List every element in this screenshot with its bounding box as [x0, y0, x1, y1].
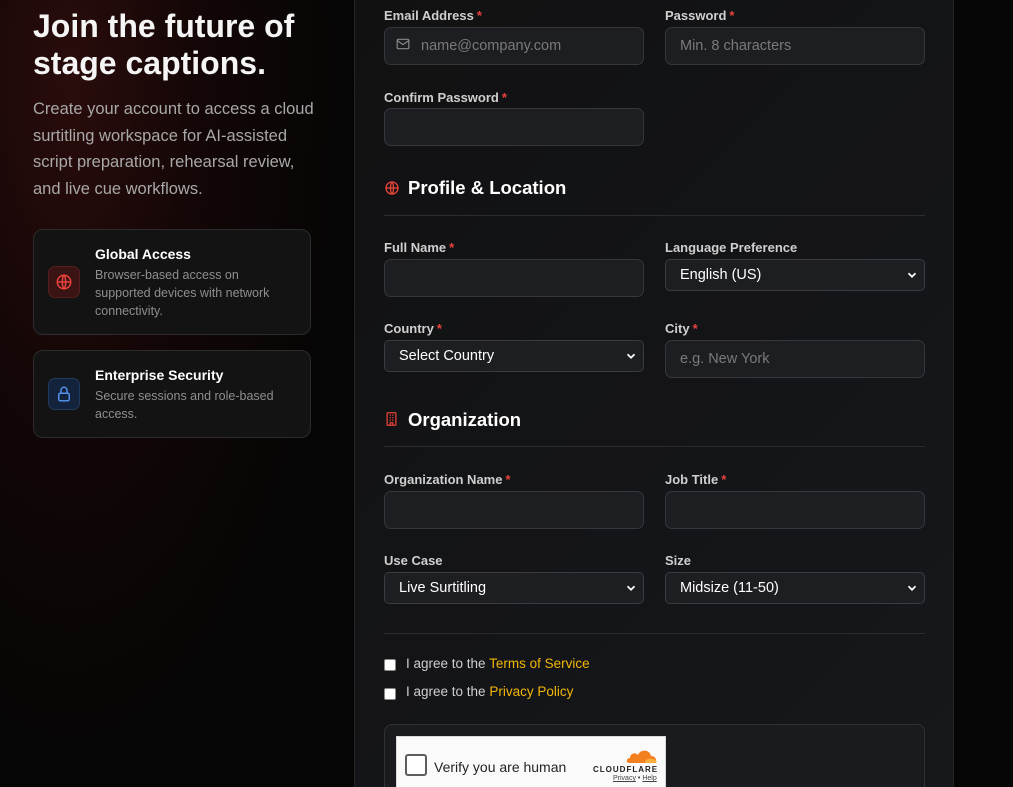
privacy-checkbox[interactable]	[384, 688, 396, 700]
mail-icon	[396, 38, 410, 50]
cloudflare-brand: CLOUDFLARE	[593, 765, 659, 774]
globe-icon	[385, 180, 399, 196]
use-case-select[interactable]: Live Surtitling	[384, 572, 644, 604]
privacy-label: I agree to the Privacy Policy	[406, 684, 574, 699]
section-title-profile: Profile & Location	[408, 177, 567, 198]
job-title-label: Job Title *	[665, 472, 727, 487]
size-label: Size	[665, 553, 692, 568]
building-icon	[386, 412, 397, 426]
section-divider	[384, 215, 925, 216]
privacy-link[interactable]: Privacy Policy	[489, 684, 573, 699]
job-title-field[interactable]	[665, 491, 925, 529]
section-divider	[384, 633, 925, 634]
hero-description: Create your account to access a cloud su…	[33, 100, 314, 198]
feature-title: Global Access	[95, 246, 191, 262]
captcha-privacy-link[interactable]: Privacy	[613, 775, 636, 782]
city-label: City *	[665, 321, 698, 336]
email-field[interactable]	[384, 27, 644, 65]
language-select[interactable]: English (US)	[665, 259, 925, 291]
country-label: Country *	[384, 321, 442, 336]
verify-human-label: Verify you are human	[434, 759, 567, 775]
country-dropdown[interactable]: Select Country	[384, 340, 644, 372]
terms-link[interactable]: Terms of Service	[489, 656, 590, 671]
password-label: Password *	[665, 8, 735, 23]
confirm-password-field[interactable]	[384, 108, 644, 146]
password-field[interactable]	[665, 27, 925, 65]
full-name-label: Full Name *	[384, 240, 455, 255]
verify-human-checkbox[interactable]	[405, 754, 427, 776]
cloudflare-logo-icon	[626, 750, 657, 763]
city-field[interactable]	[665, 340, 925, 378]
full-name-field[interactable]	[384, 259, 644, 297]
terms-label: I agree to the Terms of Service	[406, 656, 590, 671]
hero-title: Join the future of stage captions.	[33, 8, 295, 81]
language-dropdown[interactable]: English (US)	[665, 259, 925, 291]
feature-title: Enterprise Security	[95, 367, 224, 383]
lock-icon	[48, 378, 80, 410]
size-select[interactable]: Midsize (11-50)	[665, 572, 925, 604]
email-label: Email Address *	[384, 8, 482, 23]
terms-checkbox[interactable]	[384, 659, 396, 671]
confirm-password-label: Confirm Password *	[384, 90, 507, 105]
use-case-label: Use Case	[384, 553, 443, 568]
captcha-help-link[interactable]: Help	[642, 775, 656, 782]
feature-text: Browser-based access on supported device…	[95, 268, 270, 318]
captcha-links: Privacy • Help	[613, 775, 657, 782]
org-name-label: Organization Name *	[384, 472, 511, 487]
turnstile-widget: Verify you are human CLOUDFLARE Privacy …	[396, 736, 666, 787]
country-select[interactable]: Select Country	[384, 340, 644, 372]
feature-card-global-access: Global Access Browser-based access on su…	[33, 229, 311, 335]
org-name-field[interactable]	[384, 491, 644, 529]
globe-icon	[48, 266, 80, 298]
feature-card-enterprise-security: Enterprise Security Secure sessions and …	[33, 350, 311, 438]
section-title-organization: Organization	[408, 409, 522, 430]
captcha-separator: •	[637, 775, 641, 782]
use-case-dropdown[interactable]: Live Surtitling	[384, 572, 644, 604]
language-label: Language Preference	[665, 240, 798, 255]
feature-text: Secure sessions and role-based access.	[95, 389, 274, 421]
section-divider	[384, 446, 925, 447]
size-dropdown[interactable]: Midsize (11-50)	[665, 572, 925, 604]
